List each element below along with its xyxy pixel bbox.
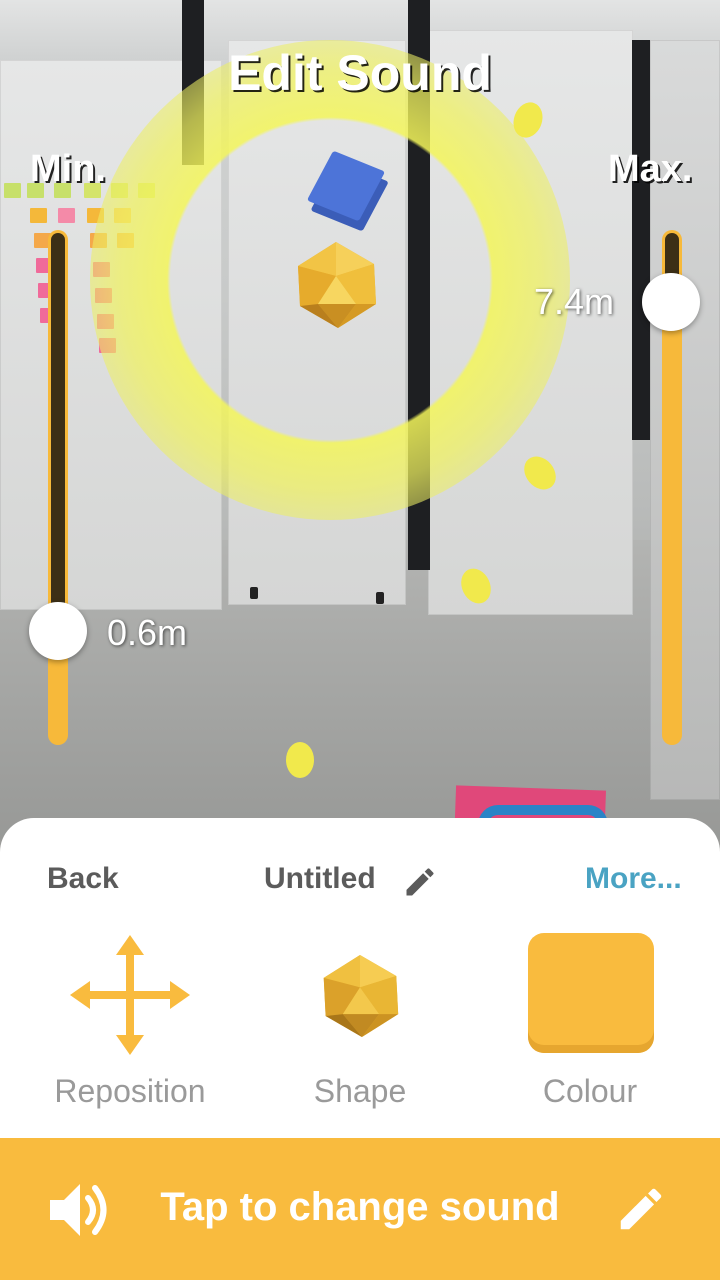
yellow-icosahedron-sound-object[interactable] <box>292 240 380 330</box>
min-label: Min. <box>30 148 106 190</box>
more-button[interactable]: More... <box>585 862 682 896</box>
max-label: Max. <box>608 148 693 190</box>
ar-camera-view[interactable]: Edit Sound Min. Max. 0.6m 7.4m <box>0 0 720 840</box>
sound-name[interactable]: Untitled <box>264 862 376 896</box>
max-distance-value: 7.4m <box>534 281 615 322</box>
page-title: Edit Sound <box>228 45 492 101</box>
change-sound-label[interactable]: Tap to change sound <box>0 1185 720 1230</box>
min-distance-slider[interactable] <box>48 230 68 745</box>
icosahedron-icon <box>323 954 399 1038</box>
min-slider-knob[interactable] <box>29 602 87 660</box>
min-distance-value: 0.6m <box>107 612 188 653</box>
shape-label: Shape <box>313 1073 407 1109</box>
rename-pencil-icon[interactable] <box>402 864 438 900</box>
board-foot <box>376 592 384 604</box>
reposition-label: Reposition <box>54 1073 206 1109</box>
board-foot <box>250 587 258 599</box>
back-button[interactable]: Back <box>47 862 119 896</box>
colour-button[interactable]: Colour <box>490 930 690 1120</box>
move-arrows-icon <box>70 935 190 1055</box>
colour-label: Colour <box>542 1073 638 1109</box>
sound-particle <box>286 742 314 778</box>
max-slider-knob[interactable] <box>642 273 700 331</box>
shape-button[interactable]: Shape <box>260 930 460 1120</box>
pencil-icon[interactable] <box>614 1182 668 1236</box>
reposition-button[interactable]: Reposition <box>30 930 230 1120</box>
